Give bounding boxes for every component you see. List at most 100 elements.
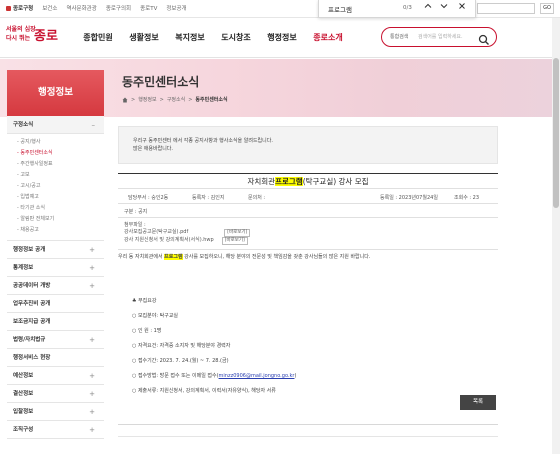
find-next-button[interactable] [438, 2, 450, 14]
minus-icon: – [91, 121, 96, 129]
submenu-item-active[interactable]: - 동주민센터소식 [17, 148, 104, 159]
home-icon [6, 6, 11, 11]
find-input[interactable]: 프로그램 [328, 4, 352, 14]
post-item: ○ 접수기간: 2023. 7. 24.(월) ~ 7. 28.(금) [132, 358, 229, 364]
next-post-row[interactable] [118, 425, 498, 437]
submenu-label: 동주민센터소식 [20, 150, 53, 156]
side-nav-section[interactable]: 행정정보 공개 + [7, 241, 104, 259]
side-nav-section-label: 보조금지급 공개 [13, 319, 51, 325]
post-item: ○ 모집분야: 탁구교실 [132, 313, 179, 319]
side-nav-section[interactable]: 입찰정보 + [7, 403, 104, 421]
attachment-link[interactable]: 강사모집공고문(탁구교실).pdf [124, 229, 188, 235]
plus-icon: + [89, 264, 95, 272]
side-nav-submenu: - 공지/행사 - 동주민센터소식 - 주간행사일정표 - 고보 - 고시/공고… [7, 134, 104, 241]
site-logo[interactable]: 서울의 심장 다시 뛰는 종로 [6, 22, 64, 52]
attachment-link[interactable]: 강사 지원신청서 및 강의계획서(서식).hwp [124, 237, 214, 243]
go-button[interactable]: GO [540, 3, 554, 14]
side-nav-section[interactable]: 통계정보 + [7, 259, 104, 277]
side-nav-section[interactable]: 조직구성 + [7, 421, 104, 439]
post-title: 자치회관프로그램(탁구교실) 강사 모집 [118, 174, 498, 189]
side-nav-section-label: 행정정보 공개 [13, 247, 46, 253]
language-select[interactable] [477, 3, 535, 14]
find-count: 0/3 [403, 5, 412, 11]
nav-item-about[interactable]: 종로소개 [305, 32, 351, 43]
view-button[interactable]: [바로보기] [224, 229, 251, 237]
home-icon[interactable] [122, 97, 128, 103]
submenu-label: 알림판 전체보기 [20, 216, 55, 222]
submenu-item[interactable]: - 입법예고 [17, 192, 104, 203]
side-nav-section[interactable]: 법령/자치법규 + [7, 331, 104, 349]
scrollbar-thumb[interactable] [553, 58, 559, 208]
breadcrumb-sep-icon: > [159, 96, 164, 103]
post-contact: 문의처 : [248, 195, 266, 201]
submenu-label: 입법예고 [20, 194, 39, 200]
nav-item-life[interactable]: 생활정보 [121, 32, 167, 43]
breadcrumb-current: 동주민센터소식 [195, 97, 228, 103]
top-link-culture[interactable]: 역사문화관광 [66, 4, 96, 12]
search-scope-select[interactable]: 통합검색 [390, 33, 408, 40]
top-link-council[interactable]: 종로구의회 [106, 4, 131, 12]
search-input[interactable]: 검색어를 입력하세요. [418, 33, 463, 40]
breadcrumb-sep-icon: > [188, 96, 193, 103]
side-nav-section-news[interactable]: 구정소식 – [7, 116, 104, 134]
submenu-label: 공지/행사 [20, 139, 41, 145]
find-prev-button[interactable] [422, 2, 434, 14]
view-button[interactable]: [바로보기] [221, 237, 248, 245]
side-nav-section[interactable]: 예산정보 + [7, 367, 104, 385]
submenu-item[interactable]: - 타기관 소식 [17, 203, 104, 214]
breadcrumb-item[interactable]: 구정소식 [167, 96, 185, 103]
post-writer: 등록자 : 김인지 [192, 195, 225, 201]
side-nav-section-label: 결산정보 [13, 391, 34, 397]
close-icon [459, 3, 465, 9]
submenu-item[interactable]: - 알림판 전체보기 [17, 214, 104, 225]
submenu-item[interactable]: - 고시/공고 [17, 181, 104, 192]
side-nav-section[interactable]: 결산정보 + [7, 385, 104, 403]
find-close-button[interactable] [456, 2, 468, 14]
site-header: 서울의 심장 다시 뛰는 종로 종합민원 생활정보 복지정보 도시창조 행정정보… [0, 18, 560, 58]
search-icon [478, 34, 489, 45]
top-link-info[interactable]: 정보공개 [166, 4, 186, 12]
intro-text: 많은 애용바랍니다. [133, 146, 173, 152]
nav-item-admin[interactable]: 행정정보 [259, 32, 305, 43]
top-link-health[interactable]: 보건소 [42, 4, 57, 12]
side-nav-section[interactable]: 행정서비스 현장 [7, 349, 104, 367]
nav-item-city[interactable]: 도시창조 [213, 32, 259, 43]
submenu-item[interactable]: - 주간행사일정표 [17, 159, 104, 170]
side-nav-section-label: 행정서비스 현장 [13, 355, 51, 361]
post-text: ○ 접수방법: 방문 접수 또는 이메일 접수( [132, 373, 219, 379]
post-text: 우리 동 자치회관에서 [118, 254, 165, 260]
submenu-item[interactable]: - 공지/행사 [17, 137, 104, 148]
side-nav-section-label: 구정소식 [13, 122, 34, 128]
submenu-item[interactable]: - 채용공고 [17, 225, 104, 236]
submenu-item[interactable]: - 고보 [17, 170, 104, 181]
side-nav-section[interactable]: 업무추진비 공개 [7, 295, 104, 313]
post-text: 강사를 모집하오니, 해당 분야의 전문성 및 책임감을 갖춘 강사님들의 많은… [182, 254, 371, 260]
nav-item-welfare[interactable]: 복지정보 [167, 32, 213, 43]
post-views: 조회수 : 23 [454, 195, 480, 201]
chevron-up-icon [424, 3, 432, 8]
side-nav-section[interactable]: 보조금지급 공개 [7, 313, 104, 331]
post-date: 등록일 : 2023년07월24일 [380, 195, 438, 201]
post-title-text: (탁구교실) 강사 모집 [302, 177, 369, 186]
search-button[interactable] [478, 31, 490, 50]
side-nav-section[interactable]: 공공데이터 개방 + [7, 277, 104, 295]
main-content: 우리구 동주민센터 에서 각종 공지사항과 행사소식을 알려드립니다. 많은 애… [118, 126, 498, 437]
post-category: 구분 : 공지 [118, 204, 498, 218]
post-meta: 담당부서 : 숭인2동 등록자 : 김인지 문의처 : 등록일 : 2023년0… [118, 189, 498, 204]
post-view: 자치회관프로그램(탁구교실) 강사 모집 담당부서 : 숭인2동 등록자 : 김… [118, 173, 498, 395]
top-link-jongno[interactable]: 종로구청 [6, 4, 33, 12]
breadcrumb-item[interactable]: 행정정보 [138, 96, 156, 103]
scrollbar[interactable] [552, 18, 560, 454]
nav-item-civil[interactable]: 종합민원 [75, 32, 121, 43]
plus-icon: + [89, 408, 95, 416]
top-link-tv[interactable]: 종로TV [140, 4, 157, 12]
email-link[interactable]: minzz0906@mail.jongno.go.kr [219, 373, 295, 379]
submenu-label: 고보 [20, 172, 30, 178]
breadcrumb: > 행정정보 > 구정소식 > 동주민센터소식 [122, 96, 228, 103]
search-highlight: 프로그램 [275, 177, 303, 186]
side-nav-section-label: 통계정보 [13, 265, 34, 271]
list-button[interactable]: 목록 [460, 395, 496, 410]
side-nav-section-label: 공공데이터 개방 [13, 283, 51, 289]
post-item: ○ 인 원 : 1명 [132, 328, 162, 334]
plus-icon: + [89, 426, 95, 434]
